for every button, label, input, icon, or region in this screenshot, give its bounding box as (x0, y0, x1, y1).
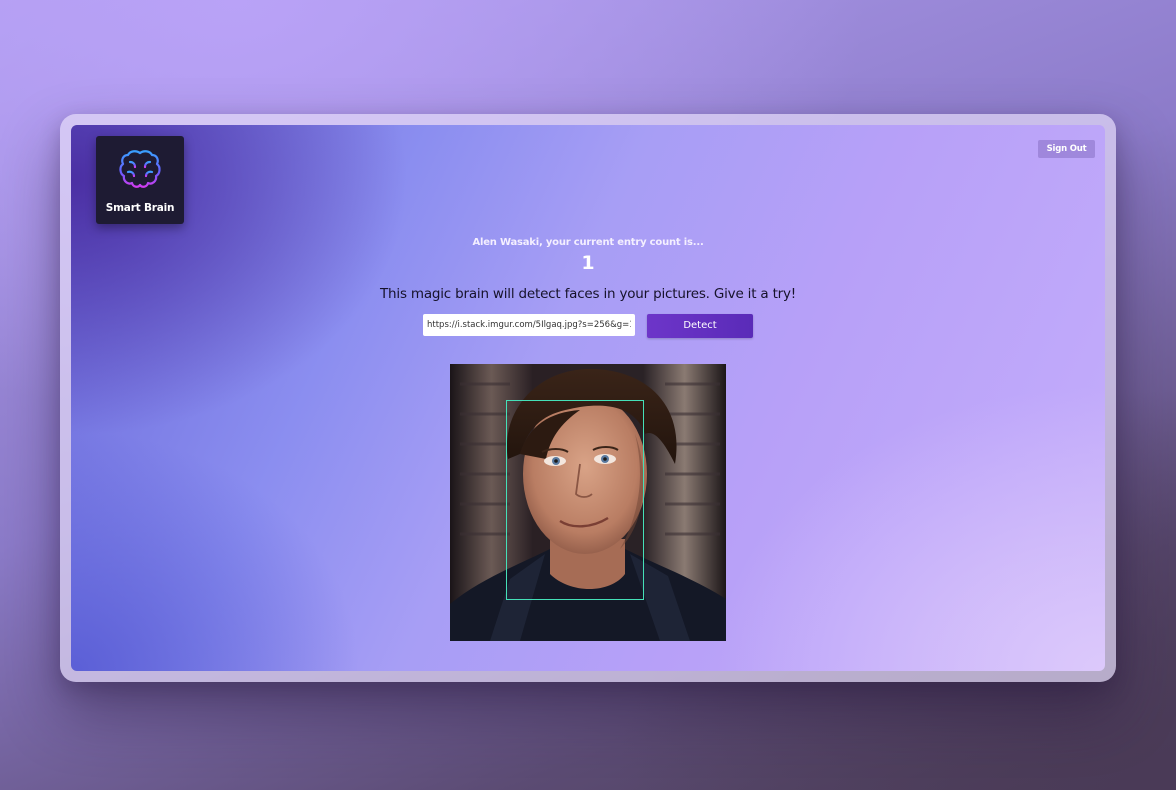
entry-count-greeting: Alen Wasaki, your current entry count is… (472, 237, 704, 248)
logo[interactable]: Smart Brain (96, 136, 184, 224)
image-url-input[interactable] (423, 314, 635, 336)
logo-label: Smart Brain (105, 202, 175, 214)
result-image (450, 364, 726, 641)
page-tagline: This magic brain will detect faces in yo… (379, 286, 797, 302)
face-bounding-box (506, 400, 644, 600)
detect-button[interactable]: Detect (647, 314, 753, 338)
app-window: Smart Brain Sign Out Alen Wasaki, your c… (71, 125, 1105, 671)
sign-out-button[interactable]: Sign Out (1038, 140, 1095, 158)
entry-count: 1 (581, 252, 595, 274)
